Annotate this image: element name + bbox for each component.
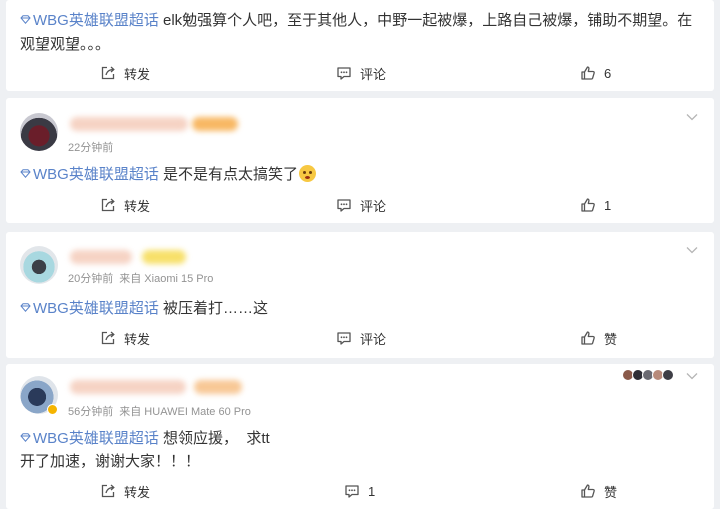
post-source: 来自 HUAWEI Mate 60 Pro — [119, 406, 251, 418]
mini-avatar — [662, 369, 674, 381]
comment-button[interactable]: 1 — [344, 481, 375, 501]
repost-icon — [101, 484, 115, 498]
post-text-line2: 开了加速，谢谢大家！！！ — [20, 453, 201, 470]
username-redacted — [70, 380, 186, 394]
comment-icon — [337, 199, 351, 212]
chevron-down-icon[interactable] — [686, 246, 698, 254]
action-bar: 转发 评论 1 — [6, 195, 714, 215]
like-button[interactable]: 6 — [580, 63, 611, 83]
thumbs-up-icon — [581, 66, 595, 80]
post-text: WBG英雄联盟超话 是不是有点太搞笑了 — [20, 164, 317, 185]
comment-card: 56分钟前 来自 HUAWEI Mate 60 Pro WBG英雄联盟超话 想领应… — [6, 364, 714, 509]
post-text-line2: 观望观望。。。 — [20, 36, 111, 53]
action-bar: 转发 1 赞 — [6, 481, 714, 501]
avatar[interactable] — [20, 246, 58, 284]
like-button[interactable]: 1 — [580, 195, 611, 215]
post-text: WBG英雄联盟超话 想领应援， 求tt — [20, 428, 270, 449]
post-time: 56分钟前 — [68, 406, 114, 418]
like-button[interactable]: 赞 — [580, 328, 617, 348]
comment-button[interactable]: 评论 — [336, 195, 386, 215]
user-badge-redacted — [192, 117, 238, 131]
post-text: WBG英雄联盟超话 被压着打……这 — [20, 298, 268, 319]
post-time: 22分钟前 — [68, 142, 114, 154]
topic-link[interactable]: WBG英雄联盟超话 — [20, 12, 159, 29]
thumbs-up-icon — [581, 198, 595, 212]
comment-button[interactable]: 评论 — [336, 63, 386, 83]
diamond-icon — [20, 15, 31, 24]
repost-button[interactable]: 转发 — [100, 195, 150, 215]
repost-button[interactable]: 转发 — [100, 328, 150, 348]
action-bar: 转发 评论 6 — [6, 63, 714, 83]
username-redacted — [70, 250, 132, 264]
post-meta: 22分钟前 — [68, 139, 113, 155]
repost-button[interactable]: 转发 — [100, 63, 150, 83]
comment-icon — [345, 485, 359, 498]
action-bar: 转发 评论 赞 — [6, 328, 714, 348]
thinking-face-emoji — [299, 165, 317, 182]
repost-icon — [101, 66, 115, 80]
thumbs-up-icon — [581, 331, 595, 345]
topic-link[interactable]: WBG英雄联盟超话 — [20, 430, 159, 447]
like-button[interactable]: 赞 — [580, 481, 617, 501]
user-badge-redacted — [142, 250, 186, 264]
topic-link[interactable]: WBG英雄联盟超话 — [20, 166, 159, 183]
post-card: WBG英雄联盟超话 elk勉强算个人吧，至于其他人，中野一起被爆，上路自己被爆，… — [6, 0, 714, 91]
verified-badge — [47, 404, 58, 415]
post-meta: 20分钟前 来自 Xiaomi 15 Pro — [68, 270, 213, 286]
repost-icon — [101, 198, 115, 212]
post-time: 20分钟前 — [68, 273, 114, 285]
diamond-icon — [20, 303, 31, 312]
username-redacted — [70, 117, 188, 131]
comment-icon — [337, 332, 351, 345]
diamond-icon — [20, 433, 31, 442]
comment-card: 20分钟前 来自 Xiaomi 15 Pro WBG英雄联盟超话 被压着打……这 … — [6, 232, 714, 358]
comment-icon — [337, 67, 351, 80]
topic-link[interactable]: WBG英雄联盟超话 — [20, 300, 159, 317]
post-meta: 56分钟前 来自 HUAWEI Mate 60 Pro — [68, 403, 251, 419]
chevron-down-icon[interactable] — [686, 372, 698, 380]
reaction-avatars — [622, 369, 674, 381]
repost-icon — [101, 331, 115, 345]
comment-button[interactable]: 评论 — [336, 328, 386, 348]
post-text: WBG英雄联盟超话 elk勉强算个人吧，至于其他人，中野一起被爆，上路自己被爆，… — [20, 10, 692, 31]
thumbs-up-icon — [581, 484, 595, 498]
repost-button[interactable]: 转发 — [100, 481, 150, 501]
comment-card: 22分钟前 WBG英雄联盟超话 是不是有点太搞笑了 转发 评论 1 — [6, 98, 714, 223]
diamond-icon — [20, 169, 31, 178]
post-source: 来自 Xiaomi 15 Pro — [119, 273, 214, 285]
chevron-down-icon[interactable] — [686, 113, 698, 121]
user-badge-redacted — [194, 380, 242, 394]
avatar[interactable] — [20, 113, 58, 151]
